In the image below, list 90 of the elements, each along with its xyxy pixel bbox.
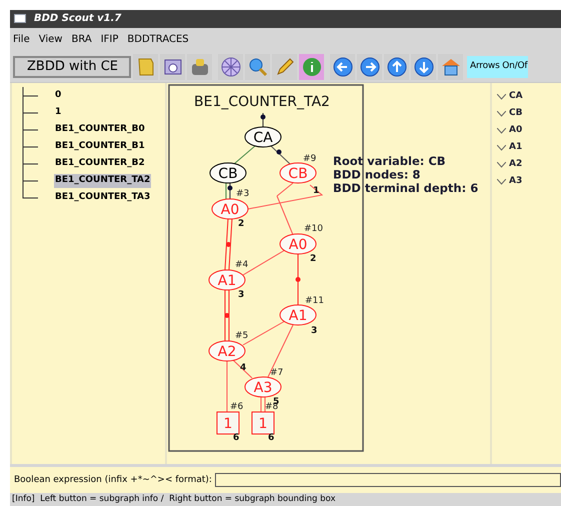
node-number: #6 <box>230 402 244 412</box>
edge <box>260 396 266 413</box>
expression-label: Boolean expression (infix +*~^>< format): <box>14 474 212 487</box>
tree-item[interactable]: BE1_COUNTER_B0 <box>54 123 146 137</box>
chevron-down-icon <box>497 128 506 134</box>
variable-item[interactable]: A2 <box>509 158 522 172</box>
status-text: [Info] Left button = subgraph info / Right button = subgraph bounding box <box>12 493 336 506</box>
graph-node[interactable]: A1 <box>280 304 316 326</box>
graph-info-text: BDD nodes: 8 <box>333 168 420 182</box>
tool-button[interactable] <box>299 54 324 80</box>
graph-node[interactable]: CB <box>280 162 316 184</box>
root-edge <box>260 112 266 128</box>
tree-branch-icon <box>22 155 38 172</box>
node-number: #11 <box>305 296 324 306</box>
tree-item[interactable]: 1 <box>54 106 62 120</box>
chevron-down-icon <box>497 144 506 151</box>
chevron-down-icon <box>497 178 506 185</box>
node-number: #5 <box>235 331 248 342</box>
menu-item[interactable]: BDDTRACES <box>127 32 189 48</box>
depth-label: 3 <box>311 326 318 336</box>
arrow-down-icon <box>412 56 434 78</box>
tool-button[interactable] <box>218 54 243 80</box>
window-title: BDD Scout v1.7 <box>34 12 122 26</box>
tool-button[interactable] <box>438 54 463 80</box>
depth-label: 2 <box>310 254 316 264</box>
edge <box>296 252 300 307</box>
tree-branch-icon <box>22 104 38 122</box>
tree-item[interactable]: 0 <box>54 89 62 103</box>
depth-label: 2 <box>238 219 244 230</box>
globe-icon <box>220 56 242 78</box>
node-number: #10 <box>304 224 323 234</box>
graph-node[interactable]: A2 <box>208 340 246 362</box>
variable-item[interactable]: CB <box>509 107 522 121</box>
chevron-down-icon <box>497 110 506 117</box>
tool-button[interactable] <box>357 54 382 80</box>
edge <box>224 218 232 271</box>
variable-item[interactable]: A3 <box>509 175 522 189</box>
chevron-down-icon <box>497 162 506 168</box>
house-icon <box>440 56 462 78</box>
tool-button[interactable] <box>272 54 297 80</box>
edge <box>234 146 256 165</box>
menu-item[interactable]: BRA <box>71 32 92 48</box>
graph-node[interactable]: A0 <box>212 198 248 220</box>
node-number: #3 <box>236 189 250 200</box>
tree-item[interactable]: BE1_COUNTER_TA3 <box>54 191 152 205</box>
node-number: #8 <box>265 402 278 412</box>
search-icon <box>246 56 268 78</box>
depth-label: 3 <box>238 290 244 300</box>
tool-button[interactable] <box>160 54 185 80</box>
tree-branch-icon <box>22 138 38 156</box>
variable-item[interactable]: A1 <box>509 141 522 155</box>
node-number: #9 <box>303 154 316 164</box>
tool-button[interactable] <box>330 54 355 80</box>
graph-node[interactable]: A0 <box>280 234 316 255</box>
node-number: #7 <box>270 368 284 378</box>
info-icon <box>300 56 322 78</box>
edge <box>226 360 228 413</box>
menu-item[interactable]: View <box>38 32 62 48</box>
arrow-left-icon <box>332 56 354 78</box>
depth-label: 6 <box>268 433 274 444</box>
tree-branch-icon <box>22 121 38 138</box>
depth-label: 6 <box>233 433 240 444</box>
arrows-toggle-button[interactable]: Arrows On/Of <box>467 56 528 78</box>
node-number: #4 <box>235 260 248 270</box>
graph-title: BE1_COUNTER_TA2 <box>194 94 330 110</box>
arrow-up-icon <box>386 56 408 78</box>
tree-item[interactable]: BE1_COUNTER_TA2 <box>54 174 152 188</box>
menu-item[interactable]: IFIP <box>100 32 118 48</box>
variable-item[interactable]: A0 <box>509 124 522 138</box>
graph-node[interactable]: A3 <box>244 376 282 398</box>
tool-button[interactable] <box>245 54 270 80</box>
tree-branch-icon <box>22 87 38 104</box>
graph-info-text: BDD terminal depth: 6 <box>333 181 478 196</box>
menu-item[interactable]: File <box>13 32 30 48</box>
expression-field[interactable] <box>214 473 561 488</box>
tree-item[interactable]: BE1_COUNTER_B1 <box>54 140 146 154</box>
graph-node[interactable]: A1 <box>208 270 246 291</box>
chevron-down-icon <box>497 94 506 100</box>
variable-item[interactable]: CA <box>509 90 523 104</box>
mode-dropdown[interactable]: ZBDD with CE <box>13 56 131 78</box>
graph-node[interactable]: CA <box>244 126 282 148</box>
tool-button[interactable] <box>384 54 409 80</box>
tree-item[interactable]: BE1_COUNTER_B2 <box>54 157 146 171</box>
window-icon <box>14 14 26 24</box>
edge <box>224 290 230 342</box>
tool-button[interactable] <box>411 54 436 80</box>
graph-node[interactable]: CB <box>210 162 246 184</box>
edge <box>226 182 232 200</box>
arrow-right-icon <box>358 56 380 78</box>
edge <box>270 146 290 165</box>
